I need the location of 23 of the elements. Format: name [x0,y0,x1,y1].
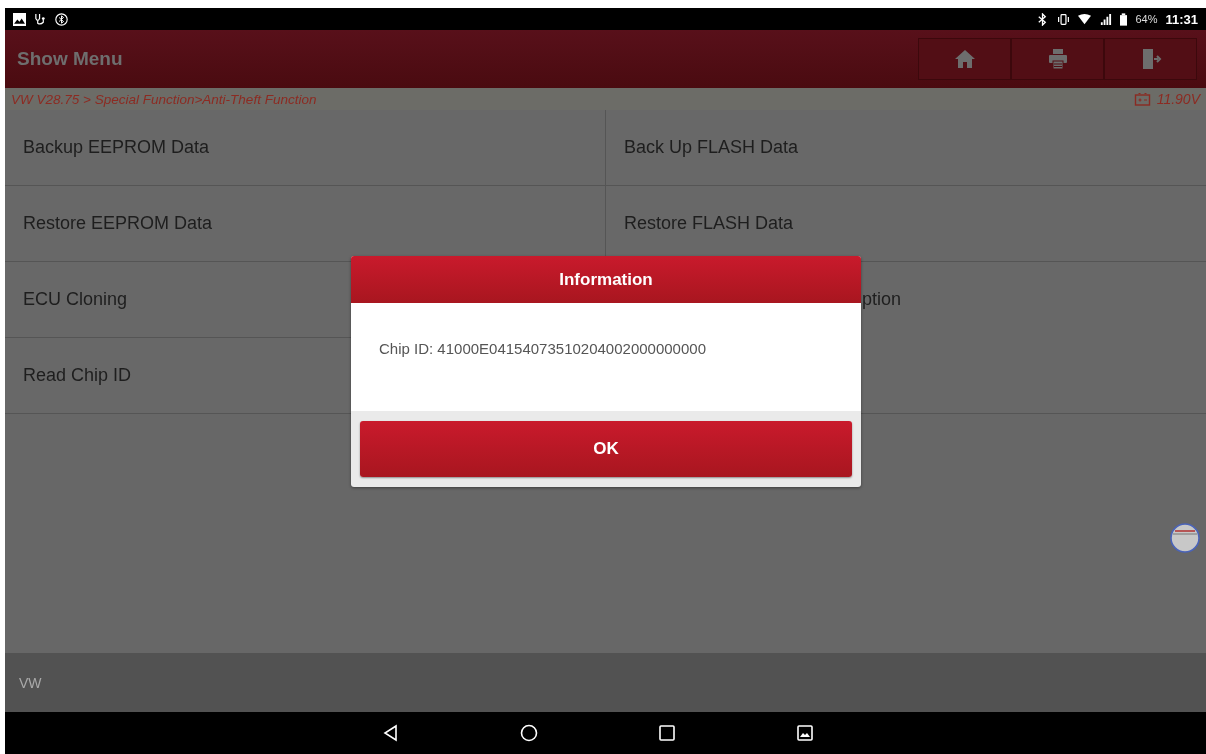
home-button[interactable] [918,38,1011,80]
picture-icon [13,12,26,26]
battery-icon [1133,92,1151,106]
home-circle-icon[interactable] [519,723,539,743]
footer-label: VW [19,674,42,691]
bluetooth-circle-icon [55,12,68,26]
recents-square-icon[interactable] [657,723,677,743]
printer-button[interactable] [1011,38,1104,80]
clock-time: 11:31 [1165,11,1198,27]
stethoscope-icon [34,12,47,26]
battery-icon [1120,12,1128,26]
voltage-reading: 11.90V [1156,91,1200,107]
screen-title: Show Menu [17,48,123,70]
ok-button[interactable]: OK [360,421,852,477]
dialog-title: Information [351,256,861,303]
exit-button[interactable] [1104,38,1197,80]
vibrate-icon [1057,12,1071,26]
battery-percentage: 64% [1135,13,1158,25]
screenshot-icon[interactable] [795,723,815,743]
wifi-icon [1078,12,1092,26]
breadcrumb-path: VW V28.75 > Special Function>Anti-Theft Function [11,91,317,107]
signal-icon [1099,12,1113,26]
floating-ball-icon[interactable] [1170,523,1200,553]
